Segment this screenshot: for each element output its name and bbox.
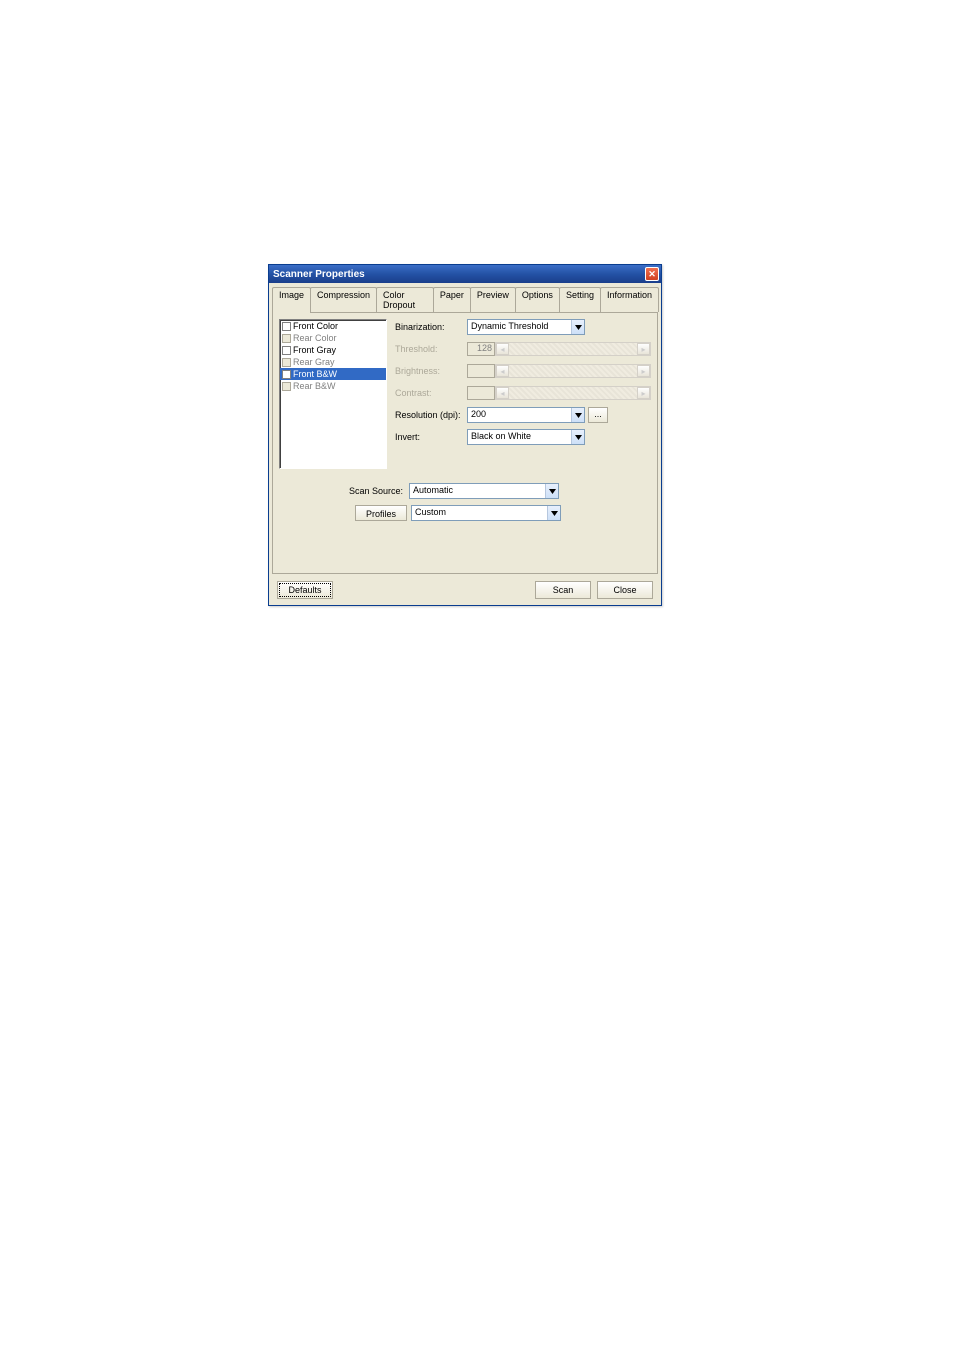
invert-value: Black on White: [468, 430, 571, 444]
contrast-value: [467, 386, 495, 400]
threshold-slider: 128 ◂ ▸: [467, 342, 651, 356]
brightness-scrollbar: ◂ ▸: [495, 364, 651, 378]
contrast-label: Contrast:: [395, 388, 467, 398]
profiles-button[interactable]: Profiles: [355, 505, 407, 521]
list-label: Rear Gray: [293, 357, 335, 367]
upper-section: Front Color Rear Color Front Gray Rear G…: [279, 319, 651, 469]
scroll-left-icon: ◂: [496, 387, 509, 399]
lower-section: Scan Source: Automatic Profiles Custom: [279, 479, 651, 567]
tab-paper[interactable]: Paper: [433, 287, 471, 312]
tab-content: Front Color Rear Color Front Gray Rear G…: [272, 312, 658, 574]
row-profiles: Profiles Custom: [289, 505, 641, 521]
chevron-down-icon[interactable]: [571, 320, 584, 334]
window-title: Scanner Properties: [273, 269, 365, 280]
scan-source-combo[interactable]: Automatic: [409, 483, 559, 499]
brightness-value: [467, 364, 495, 378]
scan-source-value: Automatic: [410, 484, 545, 498]
chevron-down-icon[interactable]: [547, 506, 560, 520]
tab-color-dropout[interactable]: Color Dropout: [376, 287, 434, 312]
row-resolution: Resolution (dpi): 200 ...: [395, 407, 651, 423]
resolution-more-button[interactable]: ...: [588, 407, 608, 423]
checkbox-front-gray[interactable]: [282, 346, 291, 355]
defaults-button[interactable]: Defaults: [277, 581, 333, 599]
close-button[interactable]: Close: [597, 581, 653, 599]
invert-combo[interactable]: Black on White: [467, 429, 585, 445]
row-brightness: Brightness: ◂ ▸: [395, 363, 651, 379]
row-invert: Invert: Black on White: [395, 429, 651, 445]
list-item-rear-color[interactable]: Rear Color: [280, 332, 386, 344]
tab-options[interactable]: Options: [515, 287, 560, 312]
contrast-slider: ◂ ▸: [467, 386, 651, 400]
scroll-right-icon: ▸: [637, 343, 650, 355]
list-label: Rear Color: [293, 333, 337, 343]
tab-row: Image Compression Color Dropout Paper Pr…: [272, 287, 658, 312]
scroll-right-icon: ▸: [637, 365, 650, 377]
profiles-combo[interactable]: Custom: [411, 505, 561, 521]
tab-information[interactable]: Information: [600, 287, 659, 312]
list-item-front-gray[interactable]: Front Gray: [280, 344, 386, 356]
list-item-rear-bw[interactable]: Rear B&W: [280, 380, 386, 392]
scan-source-label: Scan Source:: [289, 486, 409, 496]
tab-preview[interactable]: Preview: [470, 287, 516, 312]
close-icon[interactable]: ✕: [645, 267, 659, 281]
resolution-label: Resolution (dpi):: [395, 410, 467, 420]
resolution-combo[interactable]: 200: [467, 407, 585, 423]
scroll-track: [509, 387, 637, 399]
brightness-label: Brightness:: [395, 366, 467, 376]
checkbox-rear-gray[interactable]: [282, 358, 291, 367]
checkbox-front-bw[interactable]: ✓: [282, 370, 291, 379]
list-label: Front Gray: [293, 345, 336, 355]
chevron-down-icon[interactable]: [571, 430, 584, 444]
invert-label: Invert:: [395, 432, 467, 442]
scroll-track: [509, 343, 637, 355]
binarization-value: Dynamic Threshold: [468, 320, 571, 334]
row-binarization: Binarization: Dynamic Threshold: [395, 319, 651, 335]
tab-image[interactable]: Image: [272, 287, 311, 313]
list-item-front-color[interactable]: Front Color: [280, 320, 386, 332]
list-label: Rear B&W: [293, 381, 336, 391]
checkbox-rear-bw[interactable]: [282, 382, 291, 391]
profiles-value: Custom: [412, 506, 547, 520]
scroll-left-icon: ◂: [496, 365, 509, 377]
tab-compression[interactable]: Compression: [310, 287, 377, 312]
resolution-value: 200: [468, 408, 571, 422]
scanner-properties-dialog: Scanner Properties ✕ Image Compression C…: [268, 264, 662, 606]
chevron-down-icon[interactable]: [571, 408, 584, 422]
list-item-rear-gray[interactable]: Rear Gray: [280, 356, 386, 368]
scroll-track: [509, 365, 637, 377]
image-selection-list[interactable]: Front Color Rear Color Front Gray Rear G…: [279, 319, 387, 469]
list-label: Front Color: [293, 321, 338, 331]
scan-button[interactable]: Scan: [535, 581, 591, 599]
checkbox-rear-color[interactable]: [282, 334, 291, 343]
tab-setting[interactable]: Setting: [559, 287, 601, 312]
scroll-left-icon: ◂: [496, 343, 509, 355]
scroll-right-icon: ▸: [637, 387, 650, 399]
list-item-front-bw[interactable]: ✓ Front B&W: [280, 368, 386, 380]
binarization-combo[interactable]: Dynamic Threshold: [467, 319, 585, 335]
binarization-label: Binarization:: [395, 322, 467, 332]
row-contrast: Contrast: ◂ ▸: [395, 385, 651, 401]
row-threshold: Threshold: 128 ◂ ▸: [395, 341, 651, 357]
row-scan-source: Scan Source: Automatic: [289, 483, 641, 499]
brightness-slider: ◂ ▸: [467, 364, 651, 378]
bottom-button-row: Defaults Scan Close: [269, 577, 661, 605]
list-label: Front B&W: [293, 369, 337, 379]
threshold-label: Threshold:: [395, 344, 467, 354]
checkbox-front-color[interactable]: [282, 322, 291, 331]
threshold-value: 128: [467, 342, 495, 356]
contrast-scrollbar: ◂ ▸: [495, 386, 651, 400]
titlebar[interactable]: Scanner Properties ✕: [269, 265, 661, 283]
threshold-scrollbar: ◂ ▸: [495, 342, 651, 356]
bottom-right-group: Scan Close: [535, 581, 653, 599]
chevron-down-icon[interactable]: [545, 484, 558, 498]
settings-panel: Binarization: Dynamic Threshold Threshol…: [395, 319, 651, 469]
